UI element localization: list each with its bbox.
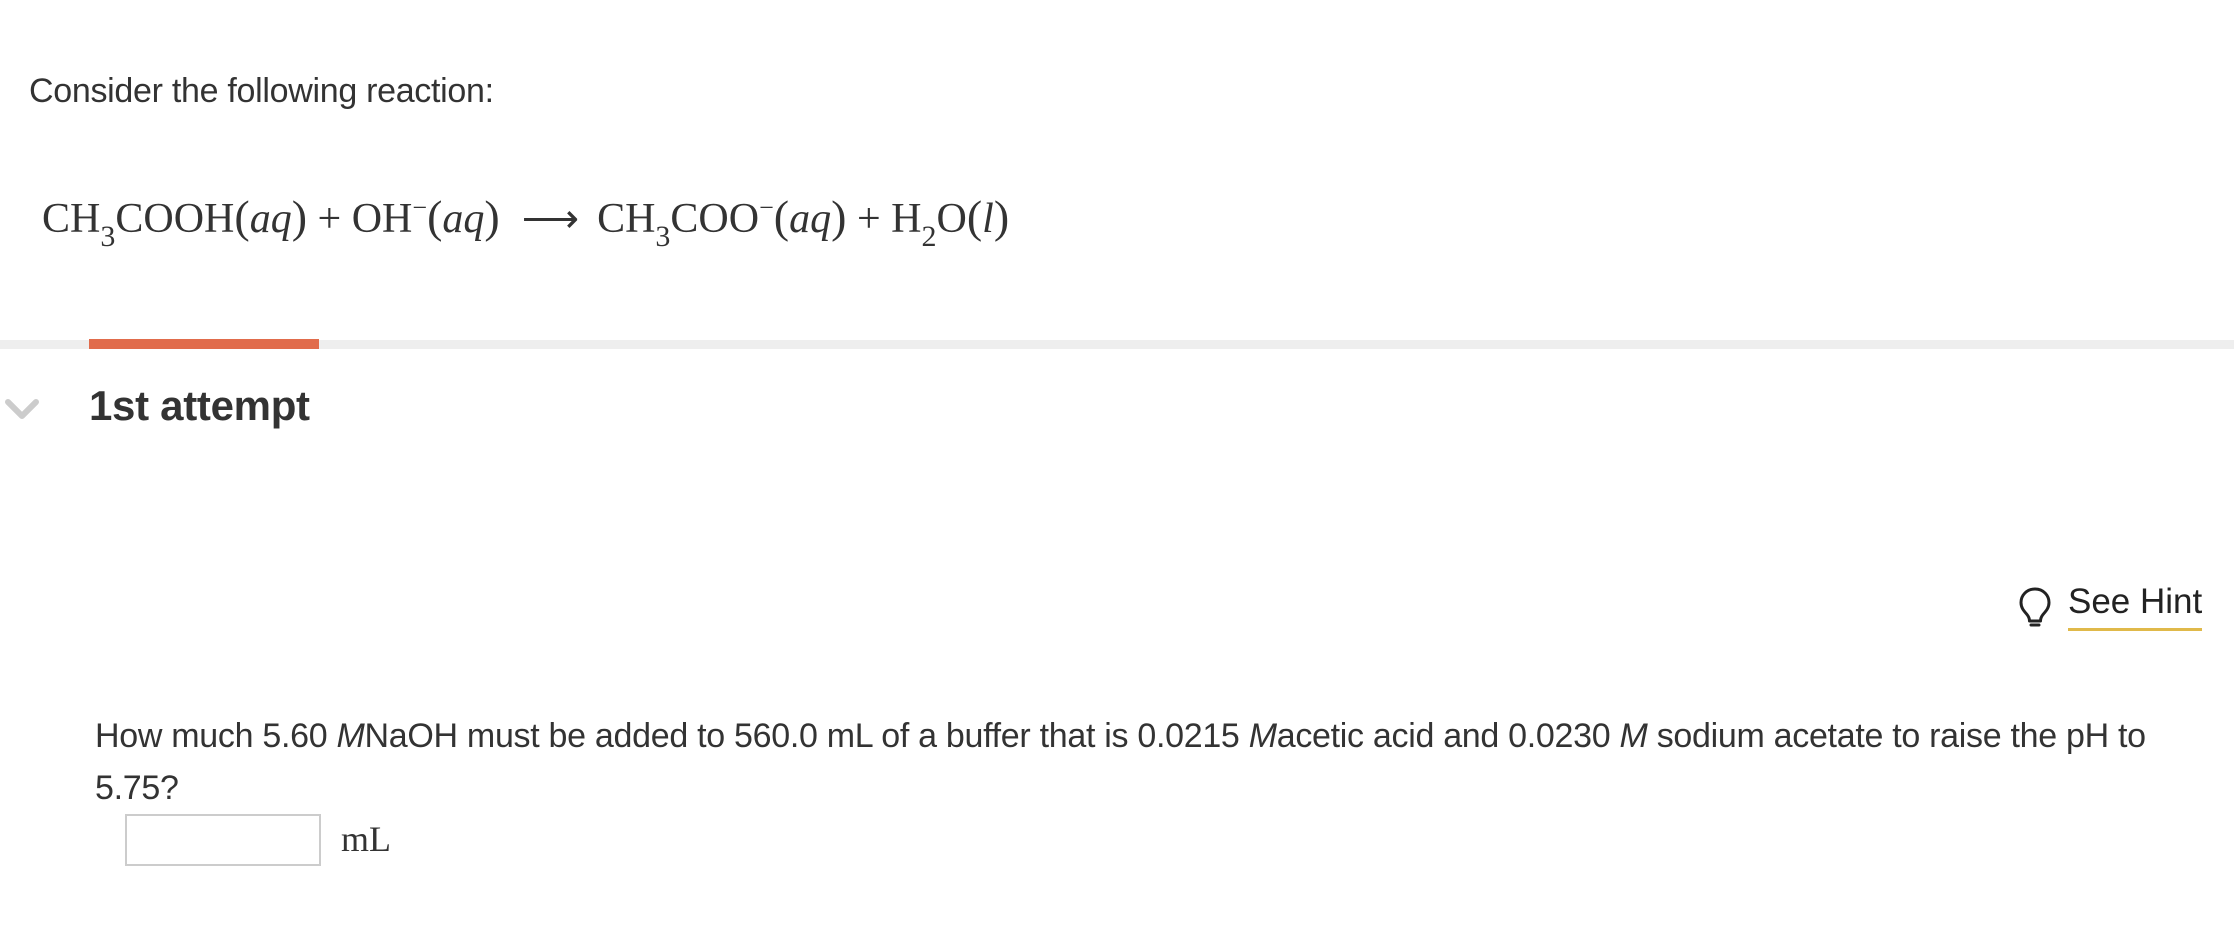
chevron-down-icon[interactable] (4, 396, 40, 422)
reactant-hydroxide: OH−(aq) (351, 191, 500, 242)
plus-sign: + (856, 196, 881, 242)
intro-text: Consider the following reaction: (29, 72, 494, 110)
reactant-acetic-acid: CH3COOH(aq) (42, 191, 308, 253)
attempt-title: 1st attempt (89, 382, 310, 429)
lightbulb-icon (2019, 587, 2051, 626)
see-hint-label[interactable]: See Hint (2068, 582, 2203, 631)
progress-fill (89, 339, 319, 349)
question-text: How much 5.60 MNaOH must be added to 560… (95, 717, 2146, 807)
see-hint-button[interactable]: See Hint (2018, 582, 2203, 631)
reaction-equation: CH3COOH(aq) + OH−(aq) ⟶ CH3COO−(aq) + H2O(… (42, 190, 1010, 253)
progress-track (0, 340, 2234, 349)
reaction-arrow: ⟶ (521, 196, 580, 241)
answer-input[interactable] (125, 814, 321, 866)
product-acetate: CH3COO−(aq) (597, 191, 847, 253)
answer-unit: mL (341, 819, 391, 859)
plus-sign: + (317, 196, 342, 242)
product-water: H2O(l) (891, 191, 1010, 253)
